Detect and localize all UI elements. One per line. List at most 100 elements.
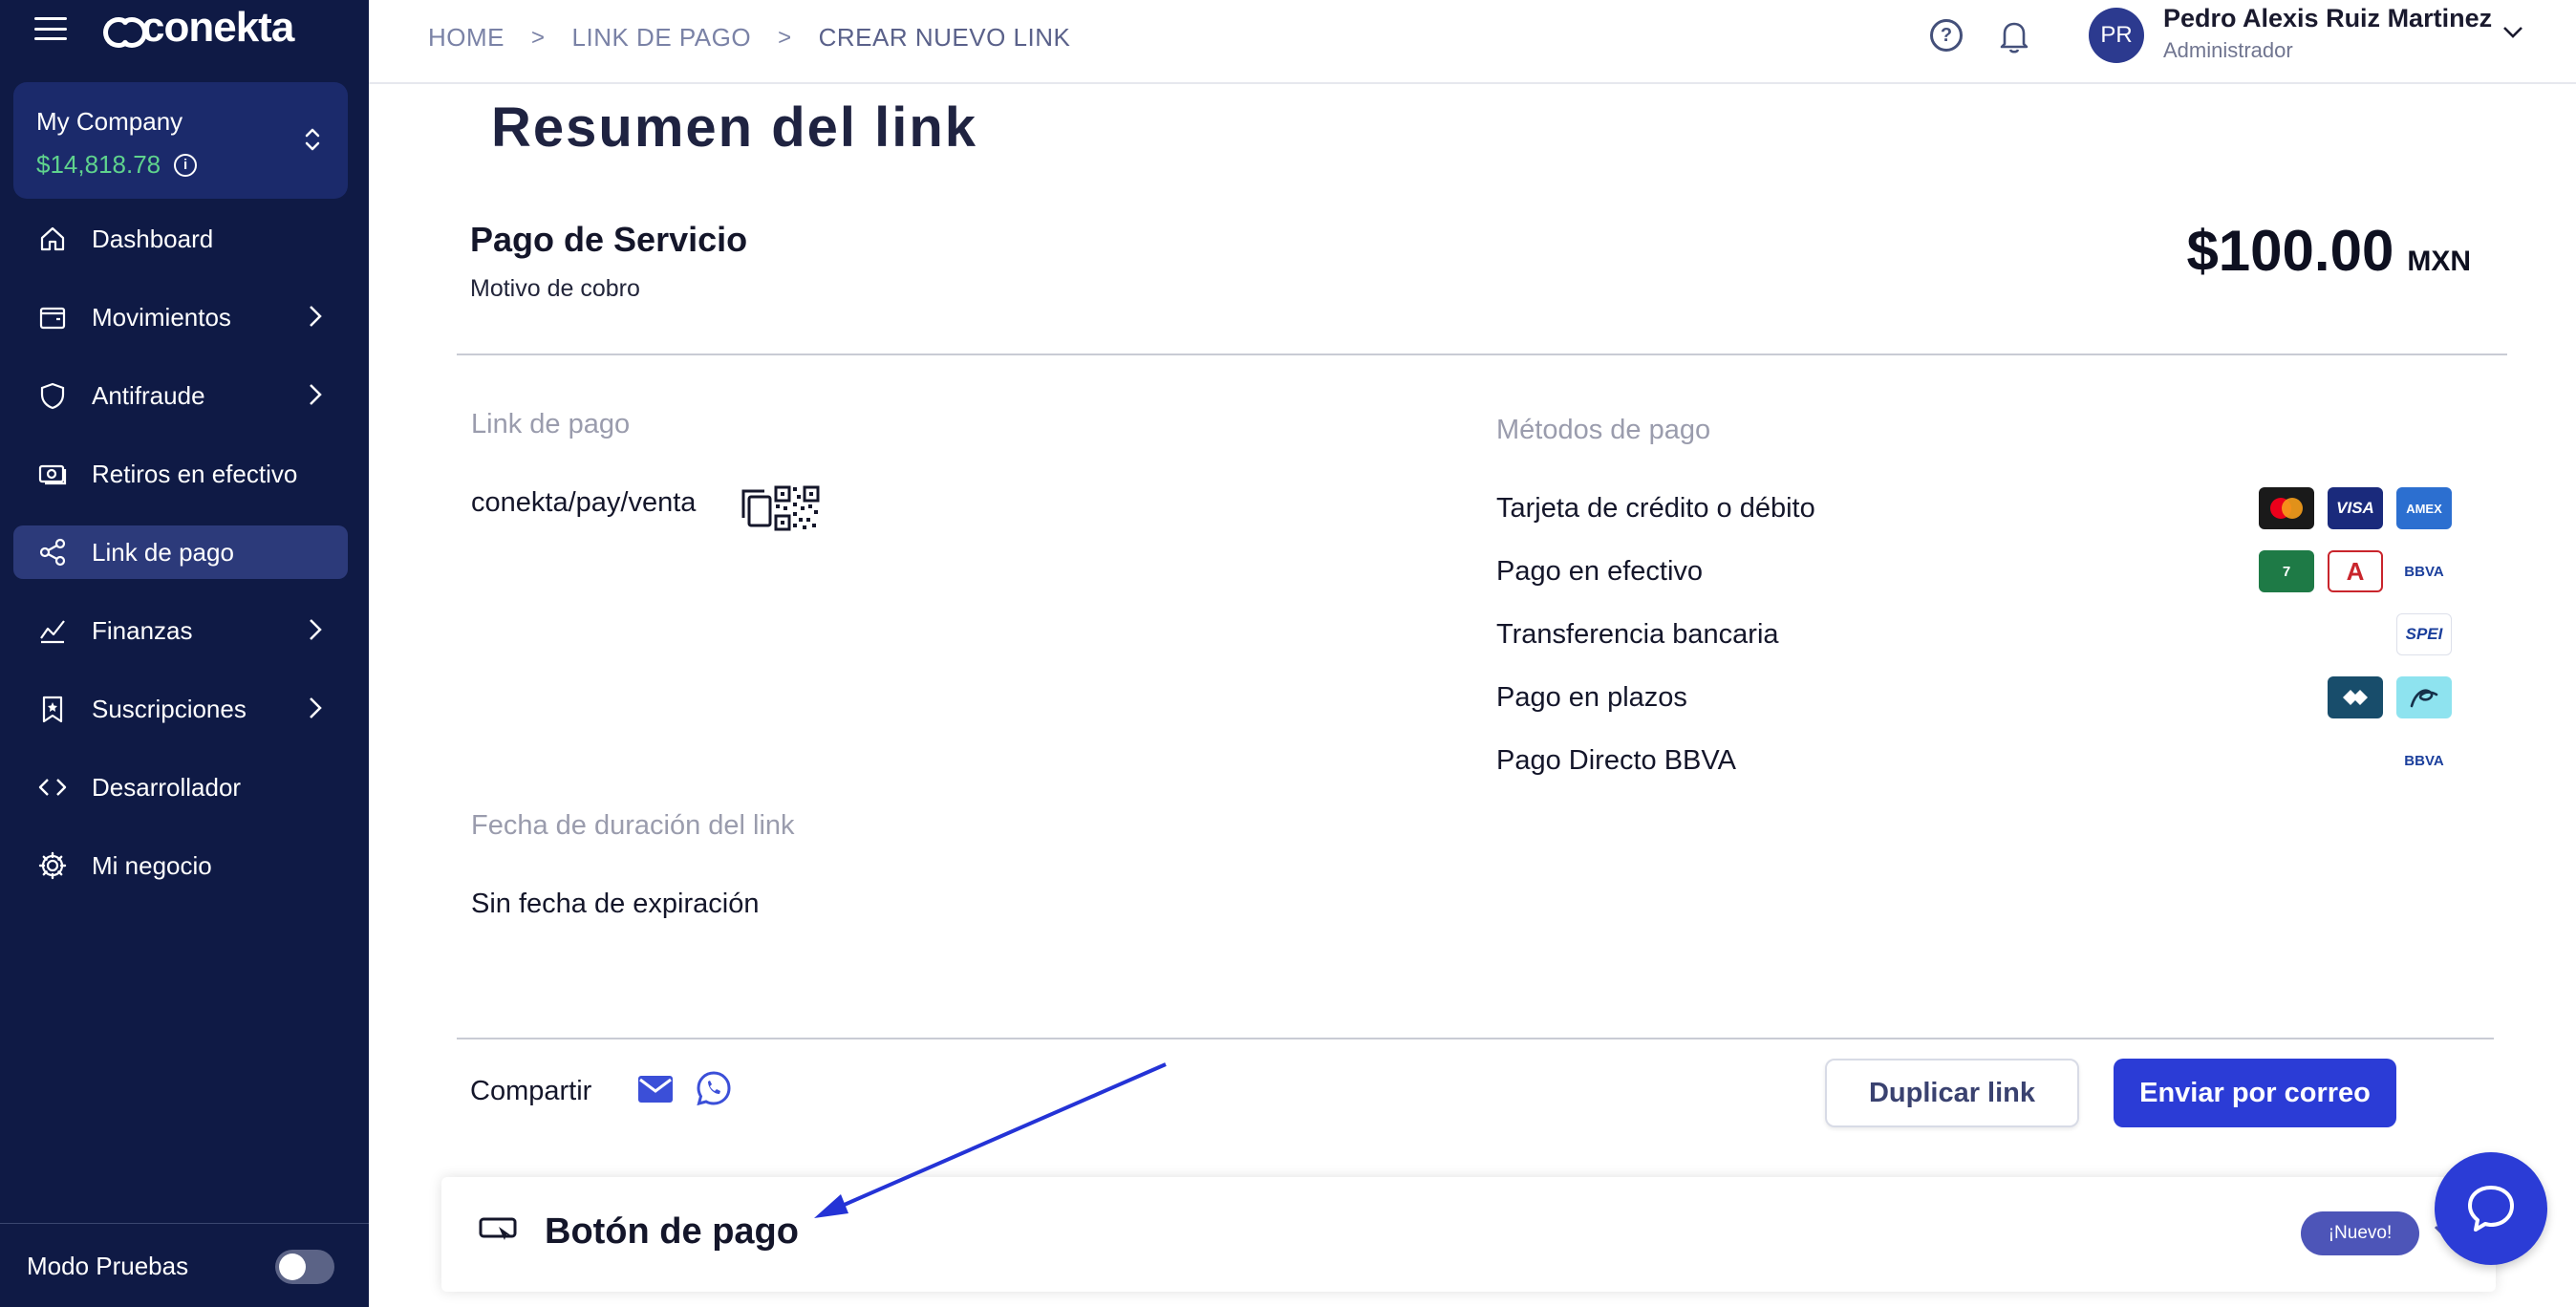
- breadcrumb-separator-icon: >: [778, 24, 792, 51]
- home-icon: [36, 223, 69, 255]
- payment-method-installments: Pago en plazos: [1496, 676, 2452, 724]
- klar-icon: [2328, 676, 2383, 718]
- breadcrumb-current: CREAR NUEVO LINK: [818, 23, 1071, 52]
- copy-icon[interactable]: [740, 487, 774, 534]
- bbva-icon: BBVA: [2396, 550, 2452, 592]
- code-icon: [36, 771, 69, 803]
- method-badges: 7 A BBVA: [2259, 550, 2452, 592]
- company-balance-row: $14,818.78 i: [36, 150, 325, 180]
- payment-method-bbva-direct: Pago Directo BBVA BBVA: [1496, 739, 2452, 787]
- brand-name: conekta: [141, 4, 294, 51]
- payment-button-section[interactable]: Botón de pago ¡Nuevo!: [441, 1177, 2496, 1292]
- breadcrumb: HOME > LINK DE PAGO > CREAR NUEVO LINK: [428, 23, 1070, 53]
- mail-icon[interactable]: [636, 1074, 675, 1109]
- chevron-right-icon: [308, 304, 323, 335]
- link-value: conekta/pay/venta: [471, 487, 697, 518]
- sidebar-item-label: Desarrollador: [92, 772, 242, 802]
- sidebar-item-finanzas[interactable]: Finanzas: [13, 604, 348, 657]
- service-name: Pago de Servicio: [470, 220, 748, 259]
- company-name: My Company: [36, 107, 183, 136]
- duplicate-link-button[interactable]: Duplicar link: [1825, 1059, 2079, 1127]
- sidebar-item-movimientos[interactable]: Movimientos: [13, 290, 348, 344]
- user-role: Administrador: [2163, 38, 2293, 62]
- duration-label: Fecha de duración del link: [471, 810, 795, 841]
- new-badge: ¡Nuevo!: [2301, 1211, 2419, 1255]
- chat-button[interactable]: [2435, 1152, 2547, 1265]
- payment-button-icon: [478, 1215, 518, 1249]
- store-a-icon: A: [2328, 550, 2383, 592]
- amount-currency: MXN: [2407, 246, 2471, 277]
- method-badges: [2328, 676, 2452, 718]
- spei-icon: SPEI: [2396, 613, 2452, 655]
- sidebar-item-label: Movimientos: [92, 302, 231, 332]
- method-badges: VISA AMEX: [2259, 487, 2452, 529]
- payment-method-card: Tarjeta de crédito o débito VISA AMEX: [1496, 487, 2452, 535]
- chevron-right-icon: [308, 617, 323, 649]
- sidebar-item-label: Retiros en efectivo: [92, 459, 298, 488]
- whatsapp-icon[interactable]: [696, 1070, 732, 1111]
- duration-value: Sin fecha de expiración: [471, 889, 760, 919]
- chevron-right-icon: [308, 382, 323, 414]
- gear-icon: [36, 849, 69, 882]
- sidebar-item-dashboard[interactable]: Dashboard: [13, 212, 348, 266]
- sidebar: conekta My Company $14,818.78 i Dashboar…: [0, 0, 369, 1307]
- sidebar-item-label: Mi negocio: [92, 850, 212, 880]
- seven-eleven-icon: 7: [2259, 550, 2314, 592]
- test-mode-label: Modo Pruebas: [27, 1252, 189, 1280]
- help-icon[interactable]: ?: [1930, 19, 1963, 52]
- chevron-down-icon[interactable]: [2500, 19, 2526, 51]
- payment-method-transfer: Transferencia bancaria SPEI: [1496, 613, 2452, 661]
- topbar: HOME > LINK DE PAGO > CREAR NUEVO LINK ?…: [369, 0, 2576, 84]
- sidebar-item-mi-negocio[interactable]: Mi negocio: [13, 839, 348, 892]
- breadcrumb-home[interactable]: HOME: [428, 23, 504, 53]
- aplazo-icon: [2396, 676, 2452, 718]
- share-label: Compartir: [470, 1076, 592, 1106]
- amount-value: $100.00: [2186, 219, 2394, 283]
- payment-button-title: Botón de pago: [545, 1211, 799, 1252]
- sidebar-nav: Dashboard Movimientos Antifraude Retiros…: [13, 212, 348, 917]
- bookmark-icon: [36, 693, 69, 725]
- sidebar-divider: [0, 1223, 369, 1224]
- share-icon: [36, 536, 69, 568]
- qr-code-icon[interactable]: [774, 485, 820, 536]
- sidebar-item-label: Link de pago: [92, 537, 234, 567]
- sidebar-item-link-de-pago[interactable]: Link de pago: [13, 525, 348, 579]
- sidebar-item-antifraude[interactable]: Antifraude: [13, 369, 348, 422]
- divider: [457, 1038, 2494, 1039]
- info-icon[interactable]: i: [174, 153, 198, 177]
- page-title: Resumen del link: [491, 96, 978, 159]
- method-name: Transferencia bancaria: [1496, 619, 1779, 650]
- sidebar-item-suscripciones[interactable]: Suscripciones: [13, 682, 348, 736]
- sidebar-item-retiros[interactable]: Retiros en efectivo: [13, 447, 348, 501]
- test-mode-toggle[interactable]: [275, 1250, 334, 1284]
- expand-collapse-icon[interactable]: [304, 126, 321, 153]
- method-badges: SPEI: [2396, 613, 2452, 655]
- breadcrumb-separator-icon: >: [531, 24, 546, 51]
- company-balance: $14,818.78: [36, 150, 161, 179]
- company-selector[interactable]: My Company $14,818.78 i: [13, 82, 348, 199]
- bell-icon[interactable]: [1997, 17, 2031, 60]
- cash-icon: [36, 458, 69, 490]
- method-name: Pago en efectivo: [1496, 556, 1704, 587]
- chart-icon: [36, 614, 69, 647]
- amount: $100.00 MXN: [2186, 218, 2471, 284]
- amex-icon: AMEX: [2396, 487, 2452, 529]
- chevron-right-icon: [308, 696, 323, 727]
- conekta-logo-mark: [103, 15, 147, 48]
- avatar[interactable]: PR: [2089, 8, 2144, 63]
- sidebar-item-label: Suscripciones: [92, 694, 247, 723]
- sidebar-item-desarrollador[interactable]: Desarrollador: [13, 761, 348, 814]
- payment-method-cash: Pago en efectivo 7 A BBVA: [1496, 550, 2452, 598]
- visa-icon: VISA: [2328, 487, 2383, 529]
- send-email-button[interactable]: Enviar por correo: [2114, 1059, 2396, 1127]
- breadcrumb-link-de-pago[interactable]: LINK DE PAGO: [572, 23, 752, 53]
- method-badges: BBVA: [2396, 739, 2452, 782]
- shield-icon: [36, 379, 69, 412]
- bbva-icon: BBVA: [2396, 739, 2452, 782]
- conekta-logo[interactable]: conekta: [103, 4, 294, 52]
- divider: [457, 354, 2507, 355]
- sidebar-item-label: Antifraude: [92, 380, 205, 410]
- user-name: Pedro Alexis Ruiz Martinez: [2163, 4, 2493, 32]
- link-label: Link de pago: [471, 409, 631, 439]
- menu-icon[interactable]: [34, 15, 67, 42]
